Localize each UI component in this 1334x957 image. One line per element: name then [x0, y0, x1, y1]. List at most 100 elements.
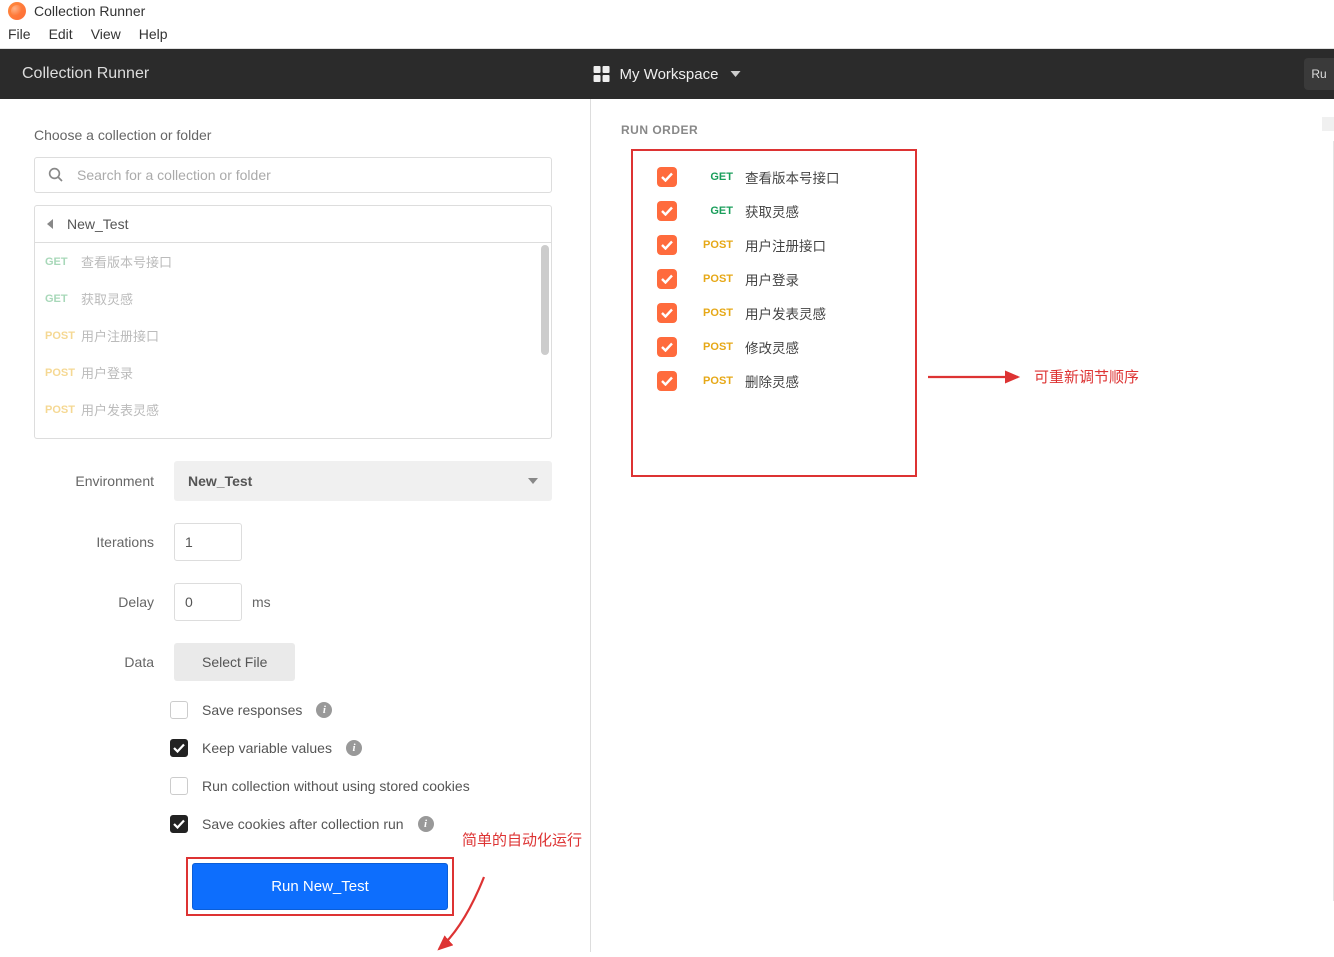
method-badge: POST	[45, 330, 81, 342]
run-order-item[interactable]: POST 用户注册接口	[657, 235, 915, 255]
keep-variables-label: Keep variable values	[202, 740, 332, 756]
list-item[interactable]: POST用户发表灵感	[35, 391, 551, 428]
delay-input[interactable]	[174, 583, 242, 621]
workspace-label: My Workspace	[620, 66, 719, 83]
request-name: 获取灵感	[81, 289, 133, 308]
app-header: Collection Runner My Workspace Ru	[0, 49, 1334, 99]
method-badge: POST	[695, 341, 733, 353]
left-panel: Choose a collection or folder New_Test G…	[0, 99, 590, 952]
run-order-item[interactable]: POST 删除灵感	[657, 371, 915, 391]
data-label: Data	[34, 654, 174, 670]
iterations-input[interactable]	[174, 523, 242, 561]
request-name: 获取灵感	[745, 201, 799, 221]
chevron-down-icon	[528, 478, 538, 484]
item-checkbox[interactable]	[657, 235, 677, 255]
run-order-item[interactable]: POST 修改灵感	[657, 337, 915, 357]
scrollbar[interactable]	[541, 245, 549, 355]
method-badge: GET	[45, 293, 81, 305]
iterations-label: Iterations	[34, 534, 174, 550]
header-title: Collection Runner	[0, 65, 149, 83]
menu-help[interactable]: Help	[139, 26, 168, 42]
menu-file[interactable]: File	[8, 26, 31, 42]
no-stored-cookies-checkbox[interactable]	[170, 777, 188, 795]
annotation-reorder: 可重新调节顺序	[1034, 366, 1139, 387]
keep-variables-checkbox[interactable]	[170, 739, 188, 757]
run-order-item[interactable]: POST 用户登录	[657, 269, 915, 289]
save-responses-label: Save responses	[202, 702, 302, 718]
save-cookies-label: Save cookies after collection run	[202, 816, 404, 832]
request-name: 修改灵感	[745, 337, 799, 357]
request-name: 用户发表灵感	[745, 303, 826, 323]
save-responses-checkbox[interactable]	[170, 701, 188, 719]
arrow-icon	[434, 867, 494, 957]
request-name: 用户注册接口	[745, 235, 826, 255]
workspace-dropdown[interactable]: My Workspace	[594, 66, 741, 83]
choose-label: Choose a collection or folder	[34, 127, 552, 143]
list-item[interactable]: GET查看版本号接口	[35, 243, 551, 280]
info-icon[interactable]: i	[418, 816, 434, 832]
run-order-header: RUN ORDER	[621, 123, 1334, 137]
menu-edit[interactable]: Edit	[49, 26, 73, 42]
method-badge: GET	[695, 205, 733, 217]
method-badge: GET	[45, 256, 81, 268]
environment-value: New_Test	[188, 473, 252, 489]
request-name: 删除灵感	[745, 371, 799, 391]
annotation-auto-run: 简单的自动化运行	[462, 829, 582, 850]
right-panel: RUN ORDER GET 查看版本号接口 GET 获取灵感 POST 用户注册接口 …	[591, 99, 1334, 952]
app-title: Collection Runner	[34, 3, 145, 19]
menu-view[interactable]: View	[91, 26, 121, 42]
search-input[interactable]	[77, 167, 539, 183]
postman-icon	[8, 2, 26, 20]
save-cookies-checkbox[interactable]	[170, 815, 188, 833]
collection-name: New_Test	[67, 216, 128, 232]
run-order-item[interactable]: GET 查看版本号接口	[657, 167, 915, 187]
item-checkbox[interactable]	[657, 371, 677, 391]
info-icon[interactable]: i	[316, 702, 332, 718]
request-name: 查看版本号接口	[745, 167, 840, 187]
item-checkbox[interactable]	[657, 269, 677, 289]
chevron-down-icon	[730, 71, 740, 77]
no-stored-cookies-label: Run collection without using stored cook…	[202, 778, 470, 794]
item-checkbox[interactable]	[657, 167, 677, 187]
titlebar: Collection Runner	[0, 0, 1334, 22]
run-order-highlight: GET 查看版本号接口 GET 获取灵感 POST 用户注册接口 POST 用户登录 P…	[631, 149, 917, 477]
search-box[interactable]	[34, 157, 552, 193]
request-name: 用户登录	[745, 269, 799, 289]
caret-left-icon	[47, 219, 53, 229]
select-file-button[interactable]: Select File	[174, 643, 295, 681]
list-item[interactable]: POST用户登录	[35, 354, 551, 391]
method-badge: POST	[695, 273, 733, 285]
method-badge: POST	[695, 307, 733, 319]
request-name: 用户注册接口	[81, 326, 159, 345]
method-badge: POST	[695, 239, 733, 251]
run-button[interactable]: Run New_Test	[192, 863, 448, 910]
arrow-icon	[926, 367, 1026, 387]
request-list[interactable]: GET查看版本号接口 GET获取灵感 POST用户注册接口 POST用户登录 P…	[34, 243, 552, 439]
info-icon[interactable]: i	[346, 740, 362, 756]
method-badge: POST	[45, 404, 81, 416]
search-icon	[47, 166, 65, 184]
environment-label: Environment	[34, 473, 174, 489]
run-order-item[interactable]: GET 获取灵感	[657, 201, 915, 221]
run-order-item[interactable]: POST 用户发表灵感	[657, 303, 915, 323]
item-checkbox[interactable]	[657, 201, 677, 221]
request-name: 用户发表灵感	[81, 400, 159, 419]
list-item[interactable]: POST用户注册接口	[35, 317, 551, 354]
header-right-button[interactable]: Ru	[1304, 58, 1334, 90]
run-button-highlight: Run New_Test	[186, 857, 454, 916]
grid-icon	[594, 66, 610, 82]
request-name: 用户登录	[81, 363, 133, 382]
item-checkbox[interactable]	[657, 303, 677, 323]
method-badge: GET	[695, 171, 733, 183]
delay-label: Delay	[34, 594, 174, 610]
item-checkbox[interactable]	[657, 337, 677, 357]
collection-nav[interactable]: New_Test	[34, 205, 552, 243]
request-name: 查看版本号接口	[81, 252, 172, 271]
delay-unit: ms	[252, 594, 271, 610]
method-badge: POST	[695, 375, 733, 387]
environment-select[interactable]: New_Test	[174, 461, 552, 501]
list-item[interactable]: GET获取灵感	[35, 280, 551, 317]
scrollbar[interactable]	[1322, 117, 1334, 131]
menubar: File Edit View Help	[0, 22, 1334, 49]
method-badge: POST	[45, 367, 81, 379]
